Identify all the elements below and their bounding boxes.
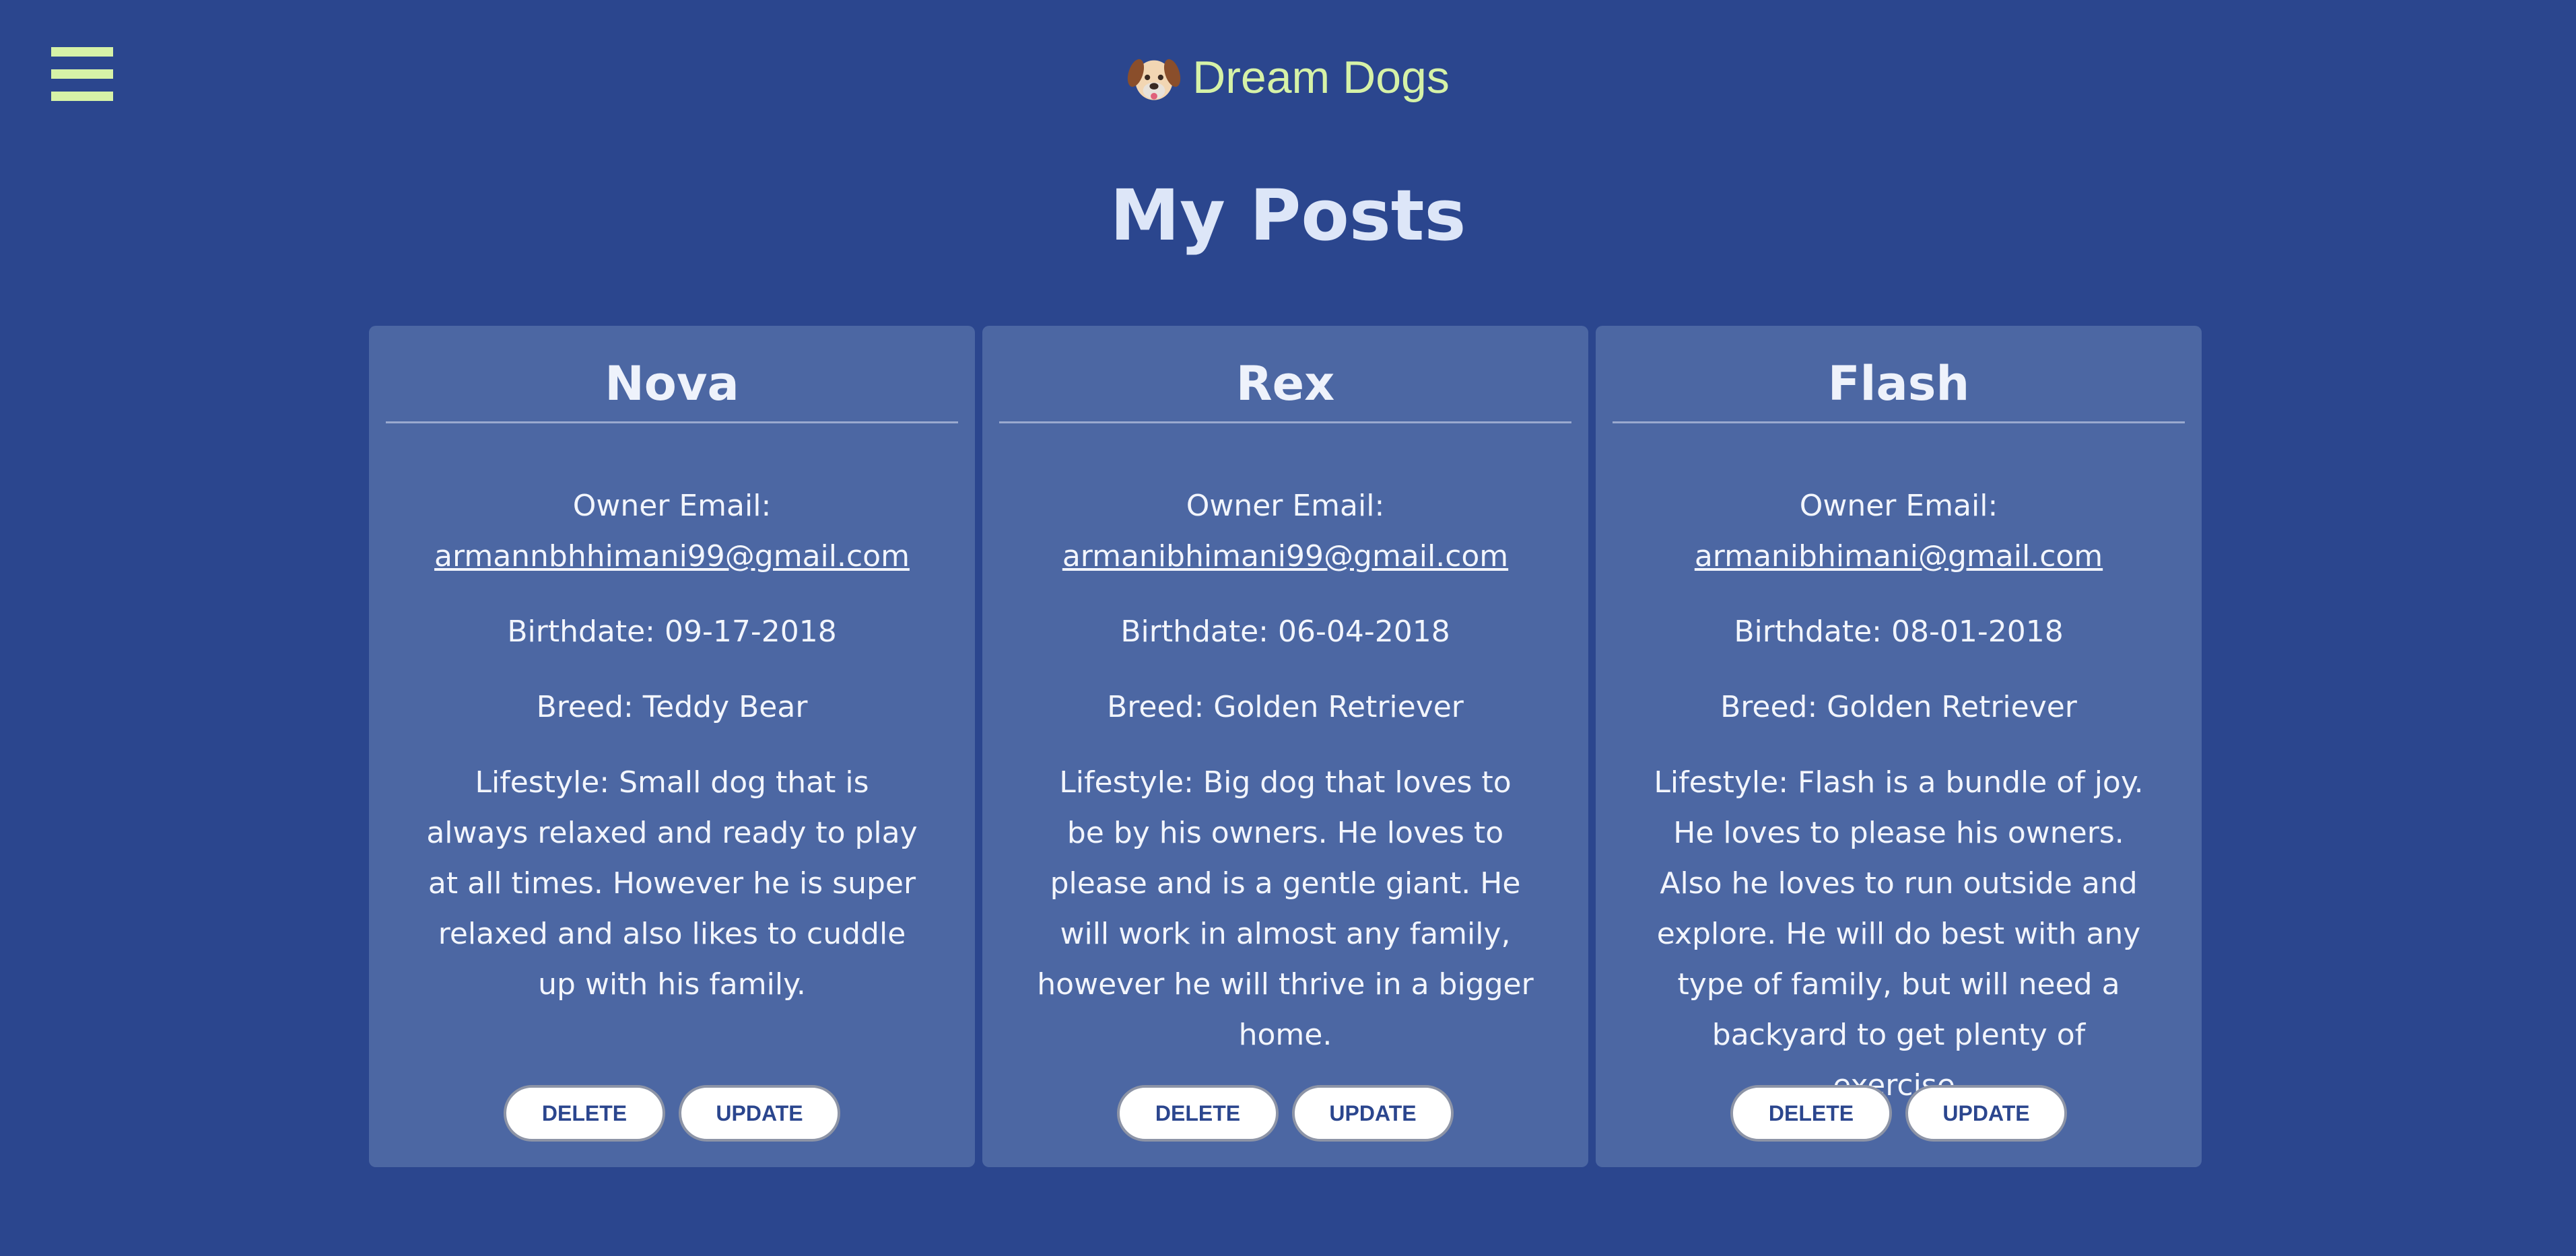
lifestyle-text: Lifestyle: Small dog that is always rela… <box>426 765 918 1002</box>
post-details: Owner Email: armannbhhimani99@gmail.com … <box>369 481 975 1035</box>
owner-email-link[interactable]: armanibhimani99@gmail.com <box>1062 539 1508 573</box>
post-card: Flash Owner Email: armanibhimani@gmail.c… <box>1596 326 2202 1167</box>
birthdate-text: Birthdate: 06-04-2018 <box>1120 615 1450 649</box>
birthdate-text: Birthdate: 08-01-2018 <box>1734 615 2064 649</box>
page-title: My Posts <box>1110 174 1466 256</box>
dog-name: Rex <box>1235 356 1335 411</box>
posts-list: Nova Owner Email: armannbhhimani99@gmail… <box>369 326 2202 1167</box>
lifestyle-text: Lifestyle: Big dog that loves to be by h… <box>1037 765 1534 1052</box>
owner-email-label: Owner Email: <box>1186 489 1385 523</box>
dog-face-icon <box>1128 59 1181 100</box>
card-actions: DELETE UPDATE <box>1596 1085 2202 1142</box>
dog-name: Flash <box>1827 356 1970 411</box>
delete-button[interactable]: DELETE <box>504 1085 665 1142</box>
owner-email-link[interactable]: armanibhimani@gmail.com <box>1695 539 2103 573</box>
card-actions: DELETE UPDATE <box>369 1085 975 1142</box>
update-button[interactable]: UPDATE <box>679 1085 840 1142</box>
delete-button[interactable]: DELETE <box>1117 1085 1279 1142</box>
post-details: Owner Email: armanibhimani99@gmail.com B… <box>982 481 1588 1085</box>
site-title[interactable]: Dream Dogs <box>1192 55 1450 100</box>
site-header: Dream Dogs <box>0 50 2576 105</box>
lifestyle-text: Lifestyle: Flash is a bundle of joy. He … <box>1654 765 2144 1103</box>
breed-text: Breed: Teddy Bear <box>536 690 808 724</box>
owner-email-link[interactable]: armannbhhimani99@gmail.com <box>434 539 910 573</box>
divider <box>1613 421 2185 423</box>
divider <box>999 421 1571 423</box>
post-card: Nova Owner Email: armannbhhimani99@gmail… <box>369 326 975 1167</box>
update-button[interactable]: UPDATE <box>1292 1085 1454 1142</box>
birthdate-text: Birthdate: 09-17-2018 <box>507 615 837 649</box>
owner-email-label: Owner Email: <box>572 489 772 523</box>
post-card: Rex Owner Email: armanibhimani99@gmail.c… <box>982 326 1588 1167</box>
delete-button[interactable]: DELETE <box>1730 1085 1892 1142</box>
dog-name: Nova <box>605 356 739 411</box>
breed-text: Breed: Golden Retriever <box>1107 690 1464 724</box>
update-button[interactable]: UPDATE <box>1905 1085 2067 1142</box>
post-details: Owner Email: armanibhimani@gmail.com Bir… <box>1596 481 2202 1136</box>
divider <box>386 421 958 423</box>
card-actions: DELETE UPDATE <box>982 1085 1588 1142</box>
breed-text: Breed: Golden Retriever <box>1720 690 2077 724</box>
owner-email-label: Owner Email: <box>1799 489 1998 523</box>
